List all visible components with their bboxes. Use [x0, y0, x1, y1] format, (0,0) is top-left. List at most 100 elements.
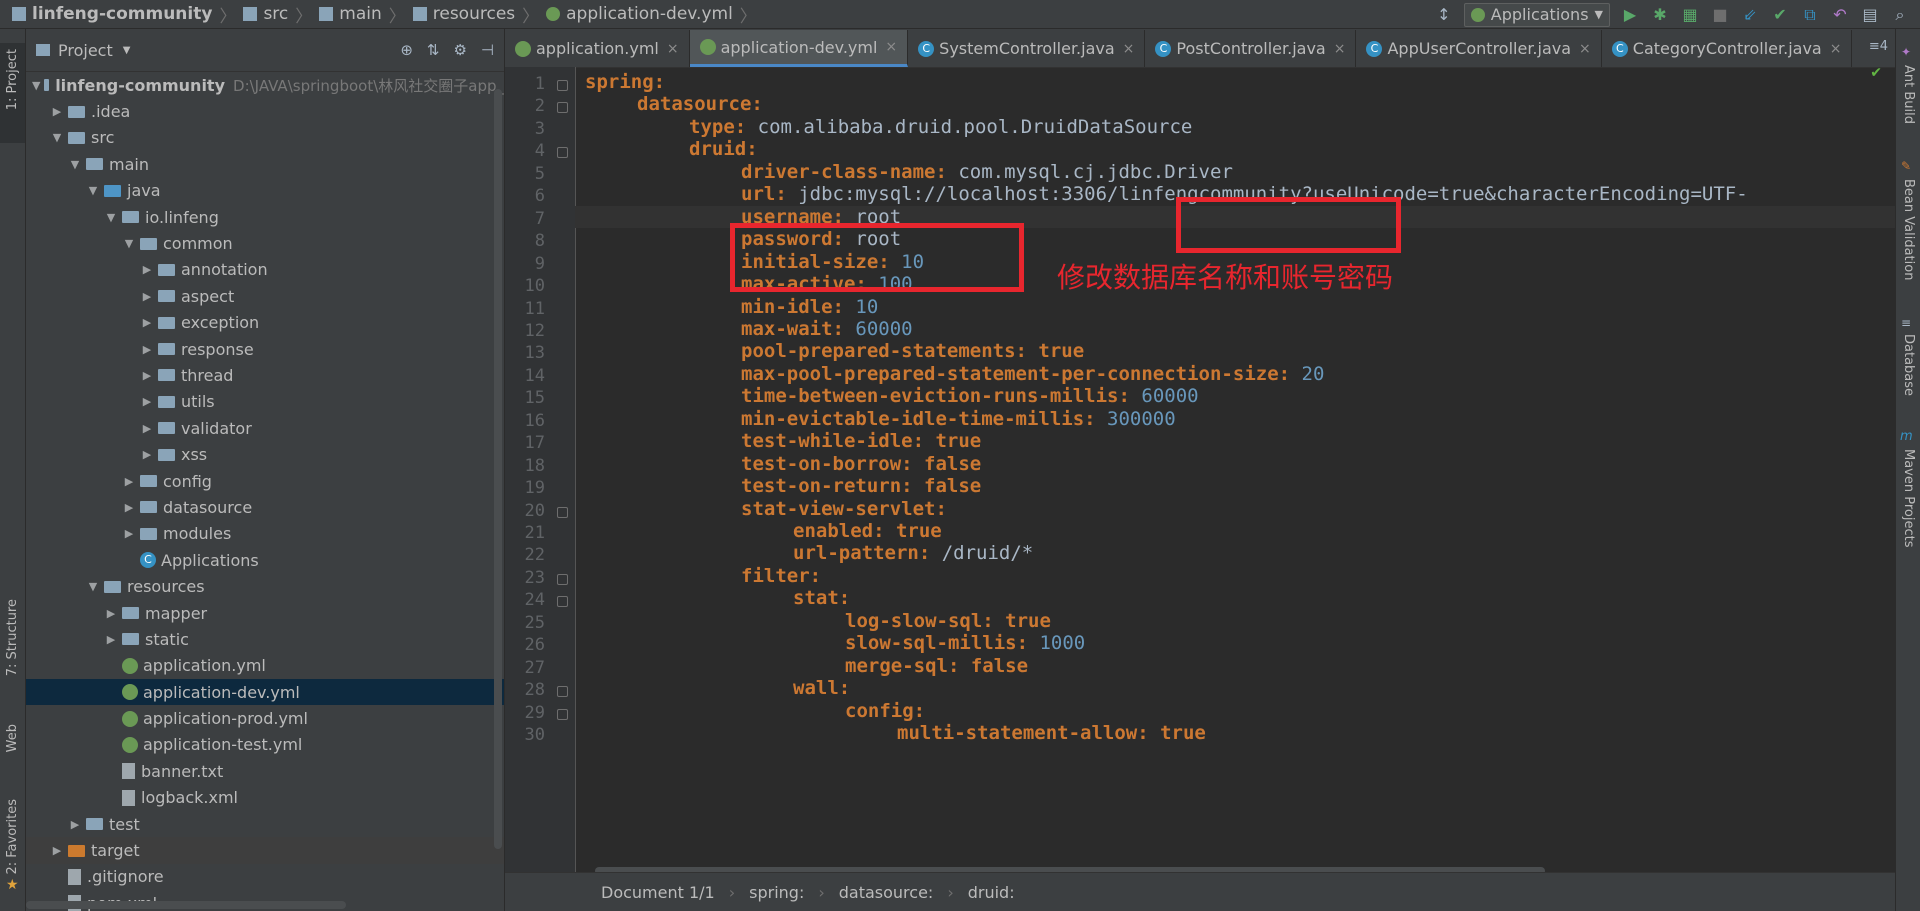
- editor-tab[interactable]: application-dev.yml ×: [689, 30, 909, 67]
- project-vertical-scrollbar[interactable]: [494, 89, 502, 849]
- expanded-arrow-icon[interactable]: ▼: [122, 237, 136, 250]
- tool-tab-bean-validation[interactable]: Bean Validation: [1901, 179, 1916, 280]
- fold-marker-icon[interactable]: [557, 102, 568, 114]
- collapsed-arrow-icon[interactable]: ▶: [122, 501, 136, 514]
- collapsed-arrow-icon[interactable]: ▶: [122, 527, 136, 540]
- fold-marker-icon[interactable]: [557, 573, 568, 585]
- collapsed-arrow-icon[interactable]: ▶: [140, 395, 154, 408]
- run-icon[interactable]: ▶: [1620, 5, 1640, 25]
- editor-tab[interactable]: application.yml ×: [505, 30, 690, 67]
- collapse-all-icon[interactable]: ⇅: [427, 41, 440, 59]
- close-icon[interactable]: ×: [885, 39, 897, 55]
- build-icon[interactable]: ↕: [1434, 5, 1454, 25]
- tree-item[interactable]: ▶ aspect: [26, 283, 504, 309]
- chevron-down-icon[interactable]: ▼: [123, 45, 131, 56]
- expanded-arrow-icon[interactable]: ▼: [86, 580, 100, 593]
- breadcrumb-datasource[interactable]: datasource:: [839, 883, 934, 902]
- close-icon[interactable]: ×: [1334, 41, 1346, 57]
- collapsed-arrow-icon[interactable]: ▶: [140, 369, 154, 382]
- project-horizontal-scrollbar[interactable]: [26, 901, 346, 909]
- tree-item[interactable]: ▶ mapper: [26, 600, 504, 626]
- breadcrumb-item[interactable]: main: [315, 0, 385, 29]
- tree-item[interactable]: ▼ resources: [26, 573, 504, 599]
- tree-item[interactable]: ▶ target: [26, 837, 504, 864]
- editor-tab[interactable]: C AppUserController.java ×: [1356, 30, 1602, 67]
- coverage-icon[interactable]: ▦: [1680, 5, 1700, 25]
- close-icon[interactable]: ×: [1579, 41, 1591, 57]
- tree-item[interactable]: ▼ io.linfeng: [26, 204, 504, 230]
- breadcrumb-druid[interactable]: druid:: [968, 883, 1015, 902]
- tree-item[interactable]: ▶ validator: [26, 415, 504, 441]
- tree-item[interactable]: ▶ datasource: [26, 494, 504, 520]
- tree-item[interactable]: ▼ linfeng-community D:\JAVA\springboot\林风社…: [26, 72, 504, 98]
- code-area[interactable]: spring: datasource: type: com.alibaba.drui…: [575, 67, 1896, 873]
- hide-panel-icon[interactable]: ⊣: [481, 41, 494, 59]
- collapsed-arrow-icon[interactable]: ▶: [140, 316, 154, 329]
- editor-tab[interactable]: C CategoryController.java ×: [1602, 30, 1853, 67]
- tree-item[interactable]: ▶ thread: [26, 362, 504, 388]
- breadcrumb-item[interactable]: resources: [409, 0, 519, 29]
- fold-marker-icon[interactable]: [557, 708, 568, 720]
- fold-marker-icon[interactable]: [557, 506, 568, 518]
- close-icon[interactable]: ×: [1830, 41, 1842, 57]
- tree-item[interactable]: ▼ common: [26, 230, 504, 256]
- vcs-history-icon[interactable]: ⧉: [1800, 5, 1820, 25]
- breadcrumb-item[interactable]: src: [239, 0, 292, 29]
- tab-overflow-button[interactable]: ≡4: [1869, 39, 1888, 54]
- fold-marker-icon[interactable]: [557, 686, 568, 698]
- tree-item[interactable]: ▶ response: [26, 336, 504, 362]
- tree-item[interactable]: logback.xml: [26, 785, 504, 811]
- tool-tab-database[interactable]: Database: [1901, 334, 1916, 396]
- collapsed-arrow-icon[interactable]: ▶: [122, 475, 136, 488]
- tree-item[interactable]: application.yml: [26, 653, 504, 679]
- collapsed-arrow-icon[interactable]: ▶: [104, 607, 118, 620]
- collapsed-arrow-icon[interactable]: ▶: [140, 343, 154, 356]
- run-configuration-select[interactable]: Applications ▼: [1463, 2, 1610, 27]
- tree-item[interactable]: ▶ xss: [26, 441, 504, 467]
- collapsed-arrow-icon[interactable]: ▶: [50, 105, 64, 118]
- editor-tab[interactable]: C SystemController.java ×: [908, 30, 1146, 67]
- locate-file-icon[interactable]: ⊕: [400, 41, 413, 59]
- tool-tab-web[interactable]: Web: [5, 724, 20, 752]
- revert-icon[interactable]: ↶: [1830, 5, 1850, 25]
- collapsed-arrow-icon[interactable]: ▶: [140, 448, 154, 461]
- tool-tab-maven[interactable]: Maven Projects: [1901, 449, 1916, 548]
- tool-tab-ant-build[interactable]: Ant Build: [1901, 65, 1916, 124]
- project-view-label[interactable]: Project: [58, 41, 113, 60]
- collapsed-arrow-icon[interactable]: ▶: [68, 818, 82, 831]
- breadcrumb-spring[interactable]: spring:: [749, 883, 804, 902]
- vcs-update-icon[interactable]: ⇙: [1740, 5, 1760, 25]
- expanded-arrow-icon[interactable]: ▼: [86, 184, 100, 197]
- fold-marker-icon[interactable]: [557, 147, 568, 159]
- tree-item[interactable]: C Applications: [26, 547, 504, 573]
- tree-item[interactable]: ▶ .idea: [26, 98, 504, 124]
- expanded-arrow-icon[interactable]: ▼: [32, 79, 40, 92]
- collapsed-arrow-icon[interactable]: ▶: [140, 422, 154, 435]
- expanded-arrow-icon[interactable]: ▼: [104, 211, 118, 224]
- tree-item[interactable]: banner.txt: [26, 758, 504, 784]
- vcs-commit-icon[interactable]: ✔: [1770, 5, 1790, 25]
- collapsed-arrow-icon[interactable]: ▶: [140, 290, 154, 303]
- collapsed-arrow-icon[interactable]: ▶: [140, 263, 154, 276]
- tree-item[interactable]: ▶ static: [26, 626, 504, 652]
- tool-tab-favorites[interactable]: 2: Favorites: [5, 799, 20, 875]
- breadcrumb-item[interactable]: application-dev.yml: [542, 0, 737, 29]
- expanded-arrow-icon[interactable]: ▼: [50, 131, 64, 144]
- tree-item[interactable]: application-test.yml: [26, 732, 504, 758]
- tree-item[interactable]: application-prod.yml: [26, 705, 504, 731]
- editor-tab[interactable]: C PostController.java ×: [1145, 30, 1357, 67]
- fold-marker-icon[interactable]: [557, 80, 568, 91]
- tree-item[interactable]: ▼ main: [26, 151, 504, 177]
- tree-item[interactable]: ▶ modules: [26, 521, 504, 547]
- tree-item[interactable]: ▶ config: [26, 468, 504, 494]
- tree-item[interactable]: ▶ utils: [26, 389, 504, 415]
- tree-item[interactable]: ▶ annotation: [26, 257, 504, 283]
- expanded-arrow-icon[interactable]: ▼: [68, 158, 82, 171]
- breadcrumb-item[interactable]: linfeng-community: [8, 0, 216, 29]
- gear-icon[interactable]: ⚙: [453, 41, 466, 59]
- tree-item[interactable]: application-dev.yml: [26, 678, 504, 706]
- fold-marker-icon[interactable]: [557, 596, 568, 608]
- tree-item[interactable]: ▼ java: [26, 178, 504, 204]
- tool-tab-structure[interactable]: 7: Structure: [5, 599, 20, 676]
- structure-icon[interactable]: ▤: [1860, 5, 1880, 25]
